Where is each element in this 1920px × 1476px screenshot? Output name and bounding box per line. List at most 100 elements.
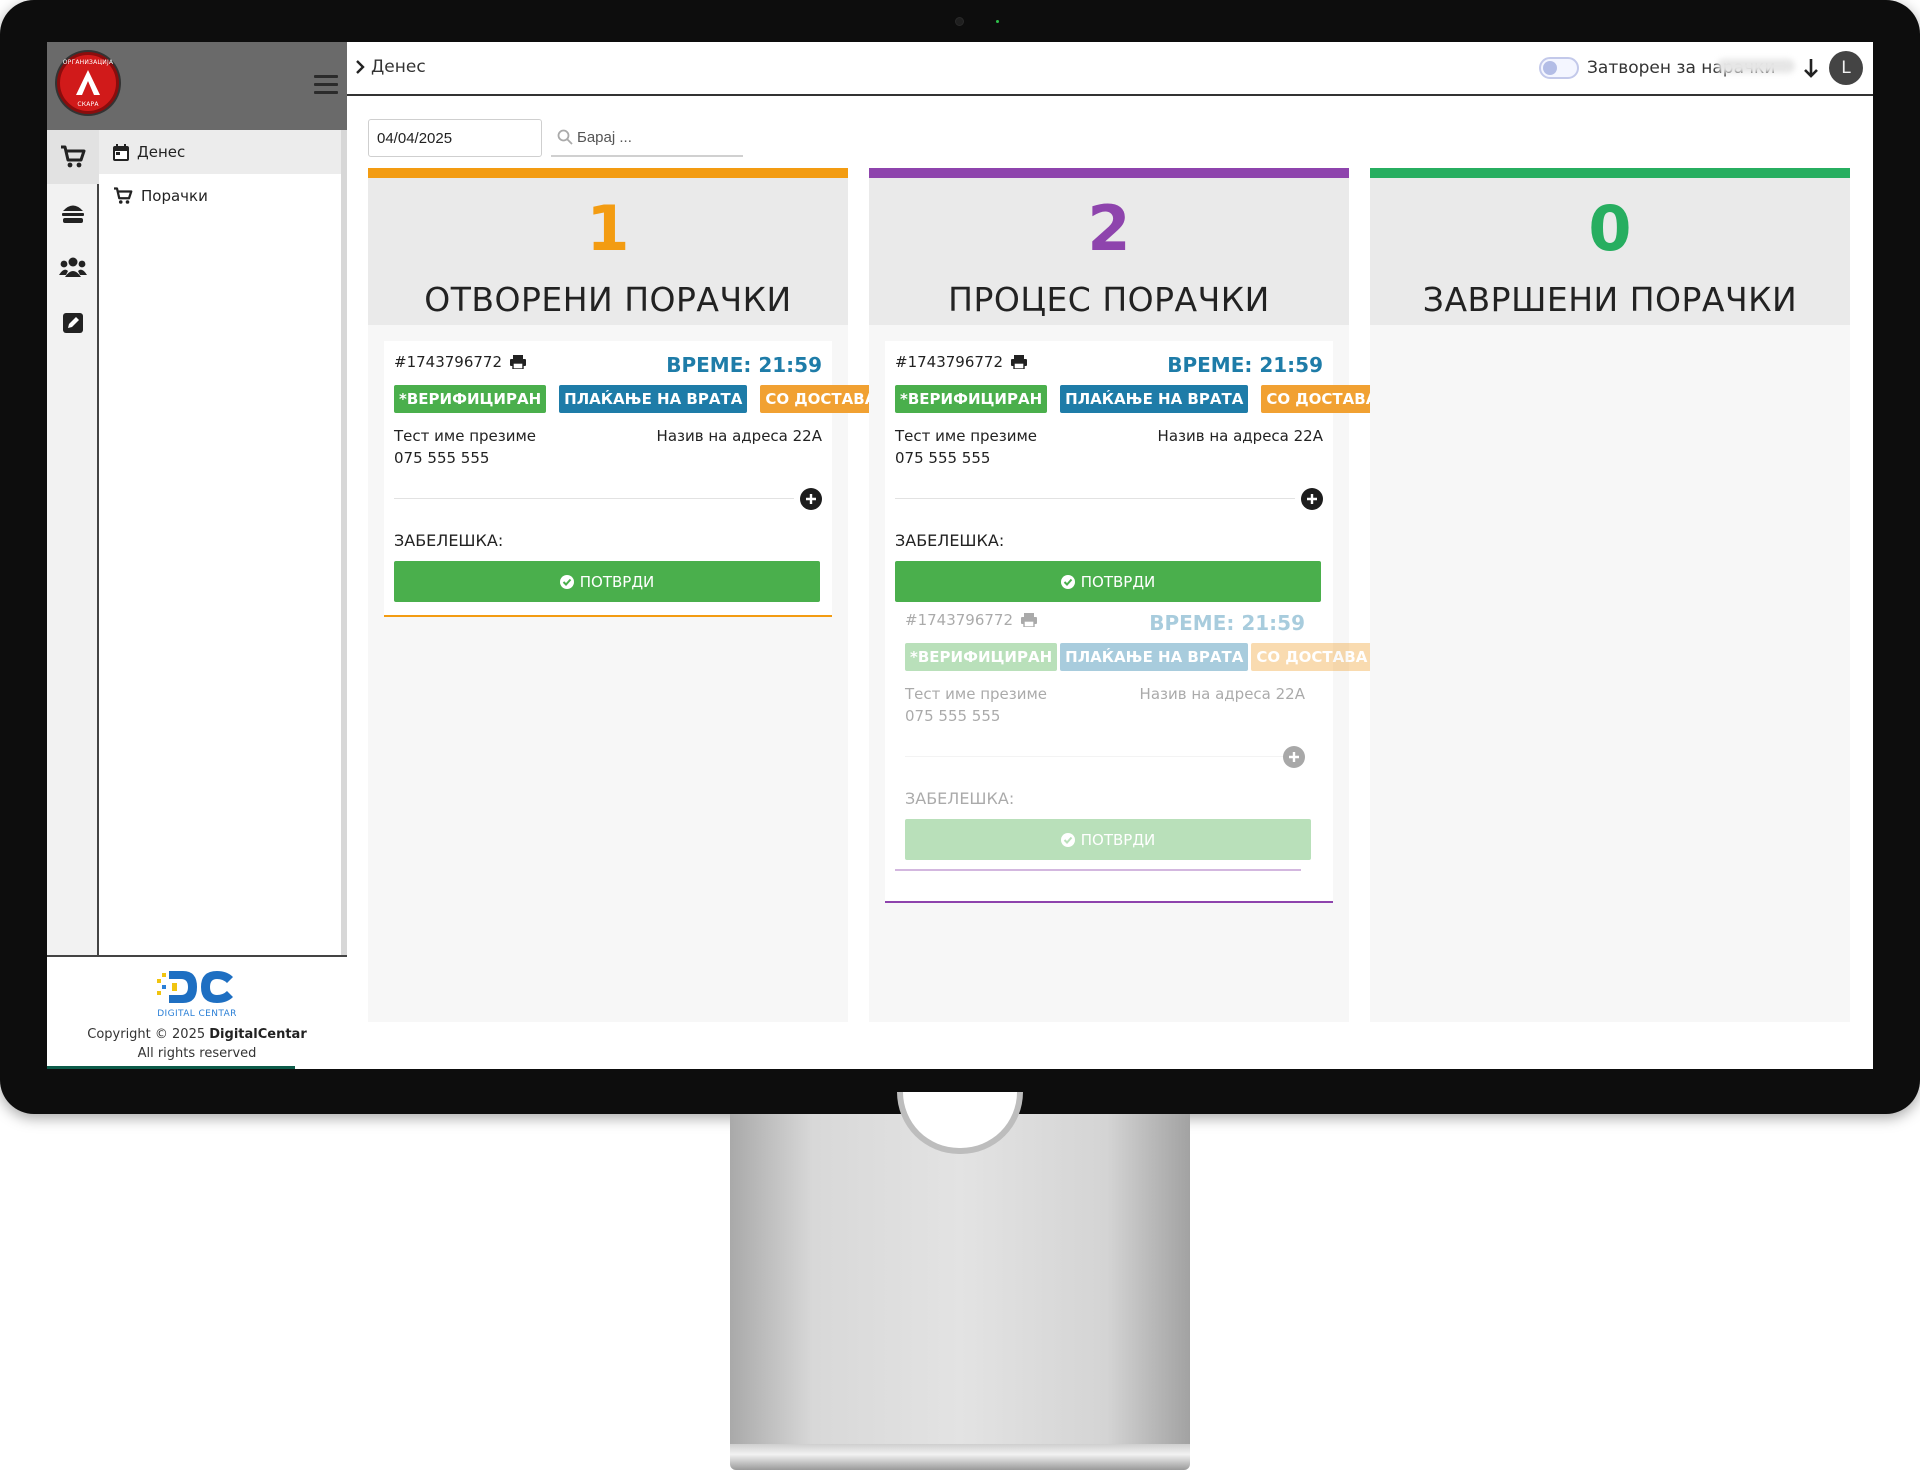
column-header: 1 ОТВОРЕНИ ПОРАЧКИ <box>368 168 848 325</box>
order-card[interactable]: #1743796772 ВРЕМЕ: 21:59 *ВЕРИФИЦИРАН ПЛ… <box>384 341 882 617</box>
camera-dot <box>955 17 964 26</box>
customer-phone: 075 555 555 <box>905 707 1001 725</box>
monitor-stand <box>730 1114 1190 1444</box>
burger-icon <box>62 205 84 223</box>
order-time: ВРЕМЕ: 21:59 <box>666 353 822 377</box>
confirm-button[interactable]: ПОТВРДИ <box>394 561 820 602</box>
chevron-right-icon <box>356 60 365 74</box>
column-count: 2 <box>1087 192 1131 265</box>
column-finished-orders: 0 ЗАВРШЕНИ ПОРАЧКИ <box>1370 168 1850 1022</box>
users-icon <box>59 257 87 277</box>
column-stripe <box>869 168 1349 178</box>
footer-rights: All rights reserved <box>137 1046 257 1061</box>
calendar-icon <box>113 143 129 161</box>
card-underline <box>384 615 832 617</box>
search-input[interactable] <box>577 119 741 155</box>
print-icon[interactable] <box>510 355 527 369</box>
footer-accent-line <box>47 1066 295 1069</box>
badge-payment: ПЛАЌАЊЕ НА ВРАТА <box>1060 643 1249 671</box>
logo-top-text: ОРГАНИЗАЦИЈА <box>62 59 114 66</box>
check-circle-icon <box>1060 574 1075 589</box>
badge-verified: *ВЕРИФИЦИРАН <box>394 385 547 413</box>
column-title: ЗАВРШЕНИ ПОРАЧКИ <box>1422 280 1798 319</box>
sidebar-brand-bar: ОРГАНИЗАЦИЈА СКАРА <box>47 42 347 130</box>
badge-delivery: СО ДОСТАВА <box>760 385 882 413</box>
order-time: ВРЕМЕ: 21:59 <box>1149 611 1305 635</box>
plus-icon <box>806 494 816 504</box>
customer-name: Тест име презиме <box>895 427 1038 445</box>
toggle-knob <box>1543 61 1557 75</box>
edit-icon <box>63 313 83 333</box>
rail-menu-button[interactable] <box>47 186 99 240</box>
digitalcentar-logo <box>157 971 233 1003</box>
confirm-button[interactable]: ПОТВРДИ <box>895 561 1321 602</box>
badge-payment: ПЛАЌАЊЕ НА ВРАТА <box>1060 385 1249 413</box>
column-stripe <box>368 168 848 178</box>
rail-edit-button[interactable] <box>47 296 99 350</box>
power-led <box>996 20 999 23</box>
add-item-button[interactable] <box>1301 488 1323 510</box>
search-field <box>551 119 743 157</box>
sidebar-nav: Денес Порачки <box>99 130 347 959</box>
note-label: ЗАБЕЛЕШКА: <box>895 531 1005 550</box>
check-circle-icon <box>559 574 574 589</box>
order-time: ВРЕМЕ: 21:59 <box>1167 353 1323 377</box>
hamburger-menu-icon[interactable] <box>314 75 338 95</box>
logo-lambda-icon <box>76 70 100 95</box>
rail-orders-button[interactable] <box>47 130 99 184</box>
order-badges: *ВЕРИФИЦИРАН ПЛАЌАЊЕ НА ВРАТА СО ДОСТАВА <box>895 385 1383 413</box>
column-title: ПРОЦЕС ПОРАЧКИ <box>948 280 1270 319</box>
footer-logo-caption: DIGITAL CENTAR <box>157 1009 237 1019</box>
order-id: #1743796772 <box>905 611 1038 629</box>
order-card-inactive[interactable]: #1743796772 ВРЕМЕ: 21:59 *ВЕРИФИЦИРАН ПЛ… <box>895 603 1373 871</box>
badge-delivery: СО ДОСТАВА <box>1261 385 1383 413</box>
closed-for-orders-toggle[interactable] <box>1539 57 1579 79</box>
add-item-button[interactable] <box>1283 746 1305 768</box>
arrow-down-icon[interactable] <box>1803 57 1819 79</box>
card-underline <box>885 901 1333 903</box>
print-icon[interactable] <box>1011 355 1028 369</box>
customer-phone: 075 555 555 <box>895 449 991 467</box>
customer-phone: 075 555 555 <box>394 449 490 467</box>
sidebar-item-label: Порачки <box>141 187 208 205</box>
breadcrumb: Денес <box>355 57 426 77</box>
column-open-orders: 1 ОТВОРЕНИ ПОРАЧКИ #1743796772 ВРЕМЕ: 21… <box>368 168 882 1022</box>
order-card[interactable]: #1743796772 ВРЕМЕ: 21:59 *ВЕРИФИЦИРАН ПЛ… <box>885 341 1383 903</box>
print-icon[interactable] <box>1021 613 1038 627</box>
sidebar-item-orders[interactable]: Порачки <box>99 174 341 218</box>
breadcrumb-current: Денес <box>371 57 426 77</box>
card-divider <box>895 498 1295 499</box>
check-circle-icon <box>1060 832 1075 847</box>
date-input[interactable] <box>368 119 542 157</box>
note-label: ЗАБЕЛЕШКА: <box>394 531 504 550</box>
cart-icon <box>61 145 86 168</box>
badge-delivery: СО ДОСТАВА <box>1251 643 1373 671</box>
customer-address: Назив на адреса 22А <box>1157 427 1323 445</box>
sidebar-item-label: Денес <box>137 143 186 161</box>
customer-name: Тест име презиме <box>394 427 537 445</box>
blurred-username <box>1717 59 1795 73</box>
card-divider <box>905 756 1285 757</box>
sidebar-footer: DIGITAL CENTAR Copyright © 2025 DigitalC… <box>47 955 347 1069</box>
customer-address: Назив на адреса 22А <box>656 427 822 445</box>
column-header: 2 ПРОЦЕС ПОРАЧКИ <box>869 168 1349 325</box>
column-process-orders: 2 ПРОЦЕС ПОРАЧКИ #1743796772 ВРЕМЕ: 21:5… <box>869 168 1383 1022</box>
rail-users-button[interactable] <box>47 240 99 294</box>
plus-icon <box>1307 494 1317 504</box>
badge-verified: *ВЕРИФИЦИРАН <box>905 643 1058 671</box>
card-underline <box>895 869 1301 871</box>
avatar[interactable]: L <box>1829 51 1863 85</box>
sidebar-item-today[interactable]: Денес <box>99 130 341 174</box>
brand-logo[interactable]: ОРГАНИЗАЦИЈА СКАРА <box>57 52 119 114</box>
column-title: ОТВОРЕНИ ПОРАЧКИ <box>424 280 792 319</box>
search-icon <box>557 129 573 145</box>
column-header: 0 ЗАВРШЕНИ ПОРАЧКИ <box>1370 168 1850 325</box>
order-badges: *ВЕРИФИЦИРАН ПЛАЌАЊЕ НА ВРАТА СО ДОСТАВА <box>394 385 882 413</box>
customer-address: Назив на адреса 22А <box>1139 685 1305 703</box>
topbar: Денес Затворен за нарачки L <box>347 42 1873 96</box>
card-divider <box>394 498 794 499</box>
add-item-button[interactable] <box>800 488 822 510</box>
column-stripe <box>1370 168 1850 178</box>
confirm-button[interactable]: ПОТВРДИ <box>905 819 1311 860</box>
logo-bottom-text: СКАРА <box>77 101 99 108</box>
